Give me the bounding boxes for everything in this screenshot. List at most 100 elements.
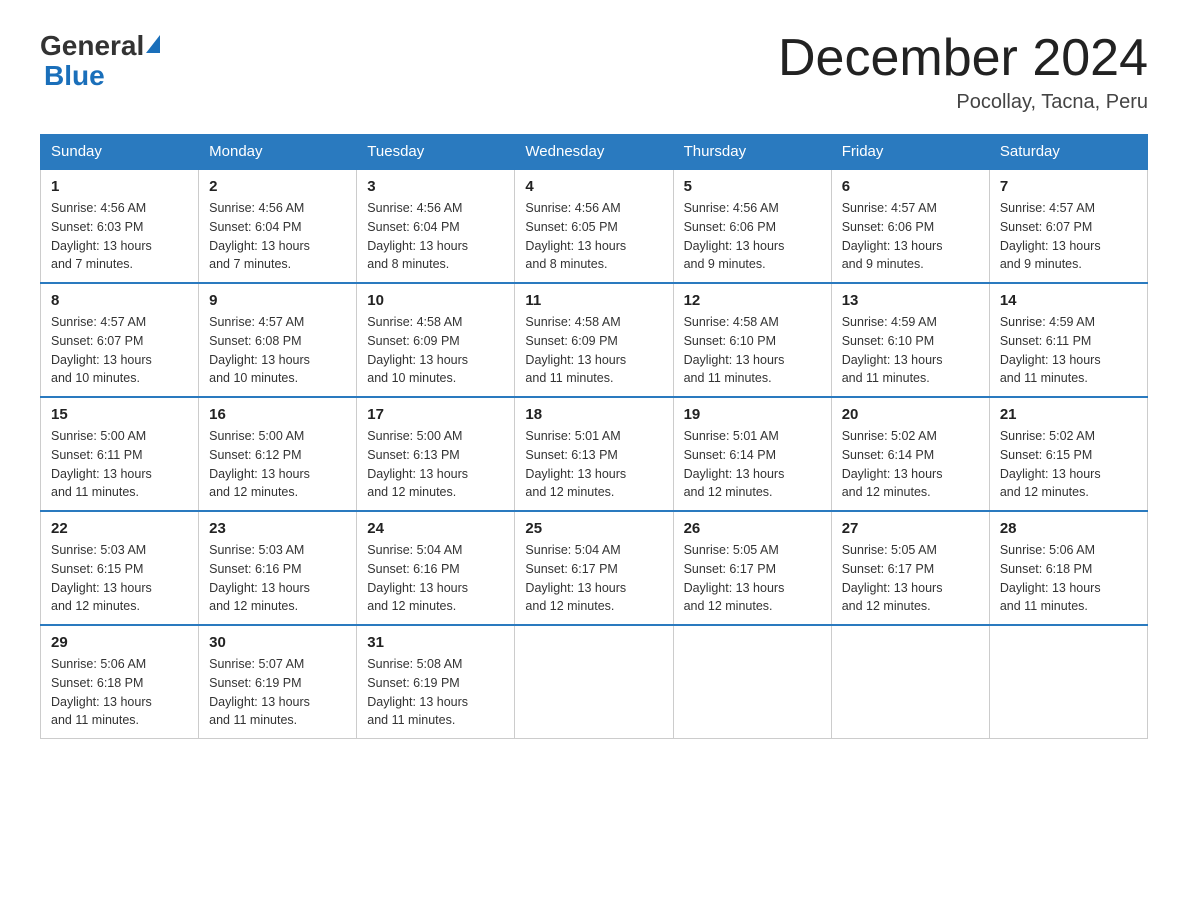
day-number: 27: [842, 520, 979, 537]
col-friday: Friday: [831, 135, 989, 170]
table-row: 7 Sunrise: 4:57 AM Sunset: 6:07 PM Dayli…: [989, 169, 1147, 283]
day-number: 16: [209, 406, 346, 423]
day-info: Sunrise: 5:04 AM Sunset: 6:17 PM Dayligh…: [525, 541, 662, 616]
day-number: 26: [684, 520, 821, 537]
day-info: Sunrise: 5:05 AM Sunset: 6:17 PM Dayligh…: [842, 541, 979, 616]
table-row: 3 Sunrise: 4:56 AM Sunset: 6:04 PM Dayli…: [357, 169, 515, 283]
table-row: 24 Sunrise: 5:04 AM Sunset: 6:16 PM Dayl…: [357, 511, 515, 625]
day-info: Sunrise: 5:00 AM Sunset: 6:11 PM Dayligh…: [51, 427, 188, 502]
table-row: 17 Sunrise: 5:00 AM Sunset: 6:13 PM Dayl…: [357, 397, 515, 511]
day-info: Sunrise: 5:02 AM Sunset: 6:15 PM Dayligh…: [1000, 427, 1137, 502]
table-row: 11 Sunrise: 4:58 AM Sunset: 6:09 PM Dayl…: [515, 283, 673, 397]
day-info: Sunrise: 4:57 AM Sunset: 6:06 PM Dayligh…: [842, 199, 979, 274]
day-info: Sunrise: 4:57 AM Sunset: 6:07 PM Dayligh…: [1000, 199, 1137, 274]
day-number: 6: [842, 178, 979, 195]
day-number: 4: [525, 178, 662, 195]
day-number: 19: [684, 406, 821, 423]
day-number: 25: [525, 520, 662, 537]
day-info: Sunrise: 4:56 AM Sunset: 6:03 PM Dayligh…: [51, 199, 188, 274]
page-header: General Blue December 2024 Pocollay, Tac…: [40, 30, 1148, 114]
table-row: 19 Sunrise: 5:01 AM Sunset: 6:14 PM Dayl…: [673, 397, 831, 511]
day-number: 9: [209, 292, 346, 309]
day-info: Sunrise: 5:03 AM Sunset: 6:16 PM Dayligh…: [209, 541, 346, 616]
location-text: Pocollay, Tacna, Peru: [778, 91, 1148, 114]
col-monday: Monday: [199, 135, 357, 170]
day-info: Sunrise: 5:02 AM Sunset: 6:14 PM Dayligh…: [842, 427, 979, 502]
table-row: 15 Sunrise: 5:00 AM Sunset: 6:11 PM Dayl…: [41, 397, 199, 511]
day-number: 28: [1000, 520, 1137, 537]
day-info: Sunrise: 5:01 AM Sunset: 6:13 PM Dayligh…: [525, 427, 662, 502]
table-row: 25 Sunrise: 5:04 AM Sunset: 6:17 PM Dayl…: [515, 511, 673, 625]
day-info: Sunrise: 4:58 AM Sunset: 6:09 PM Dayligh…: [525, 313, 662, 388]
day-info: Sunrise: 4:56 AM Sunset: 6:04 PM Dayligh…: [209, 199, 346, 274]
table-row: 14 Sunrise: 4:59 AM Sunset: 6:11 PM Dayl…: [989, 283, 1147, 397]
day-info: Sunrise: 4:56 AM Sunset: 6:06 PM Dayligh…: [684, 199, 821, 274]
month-title: December 2024: [778, 30, 1148, 87]
col-wednesday: Wednesday: [515, 135, 673, 170]
table-row: 30 Sunrise: 5:07 AM Sunset: 6:19 PM Dayl…: [199, 625, 357, 739]
day-info: Sunrise: 4:56 AM Sunset: 6:04 PM Dayligh…: [367, 199, 504, 274]
calendar-header-row: Sunday Monday Tuesday Wednesday Thursday…: [41, 135, 1148, 170]
day-info: Sunrise: 5:06 AM Sunset: 6:18 PM Dayligh…: [1000, 541, 1137, 616]
day-number: 18: [525, 406, 662, 423]
table-row: 8 Sunrise: 4:57 AM Sunset: 6:07 PM Dayli…: [41, 283, 199, 397]
col-saturday: Saturday: [989, 135, 1147, 170]
table-row: 29 Sunrise: 5:06 AM Sunset: 6:18 PM Dayl…: [41, 625, 199, 739]
table-row: 12 Sunrise: 4:58 AM Sunset: 6:10 PM Dayl…: [673, 283, 831, 397]
day-info: Sunrise: 4:57 AM Sunset: 6:08 PM Dayligh…: [209, 313, 346, 388]
table-row: 31 Sunrise: 5:08 AM Sunset: 6:19 PM Dayl…: [357, 625, 515, 739]
day-info: Sunrise: 4:59 AM Sunset: 6:10 PM Dayligh…: [842, 313, 979, 388]
day-info: Sunrise: 5:04 AM Sunset: 6:16 PM Dayligh…: [367, 541, 504, 616]
day-number: 31: [367, 634, 504, 651]
logo-blue-text: Blue: [44, 60, 105, 91]
table-row: 28 Sunrise: 5:06 AM Sunset: 6:18 PM Dayl…: [989, 511, 1147, 625]
day-info: Sunrise: 5:00 AM Sunset: 6:12 PM Dayligh…: [209, 427, 346, 502]
day-info: Sunrise: 4:58 AM Sunset: 6:09 PM Dayligh…: [367, 313, 504, 388]
calendar-week-row: 15 Sunrise: 5:00 AM Sunset: 6:11 PM Dayl…: [41, 397, 1148, 511]
day-number: 3: [367, 178, 504, 195]
calendar-week-row: 22 Sunrise: 5:03 AM Sunset: 6:15 PM Dayl…: [41, 511, 1148, 625]
day-info: Sunrise: 5:00 AM Sunset: 6:13 PM Dayligh…: [367, 427, 504, 502]
logo-triangle-icon: [146, 35, 160, 53]
col-thursday: Thursday: [673, 135, 831, 170]
table-row: 21 Sunrise: 5:02 AM Sunset: 6:15 PM Dayl…: [989, 397, 1147, 511]
table-row: 9 Sunrise: 4:57 AM Sunset: 6:08 PM Dayli…: [199, 283, 357, 397]
day-number: 24: [367, 520, 504, 537]
table-row: [989, 625, 1147, 739]
day-info: Sunrise: 5:03 AM Sunset: 6:15 PM Dayligh…: [51, 541, 188, 616]
day-info: Sunrise: 5:01 AM Sunset: 6:14 PM Dayligh…: [684, 427, 821, 502]
table-row: 26 Sunrise: 5:05 AM Sunset: 6:17 PM Dayl…: [673, 511, 831, 625]
calendar-week-row: 29 Sunrise: 5:06 AM Sunset: 6:18 PM Dayl…: [41, 625, 1148, 739]
col-sunday: Sunday: [41, 135, 199, 170]
table-row: 18 Sunrise: 5:01 AM Sunset: 6:13 PM Dayl…: [515, 397, 673, 511]
day-number: 30: [209, 634, 346, 651]
day-info: Sunrise: 5:07 AM Sunset: 6:19 PM Dayligh…: [209, 655, 346, 730]
day-number: 11: [525, 292, 662, 309]
logo: General Blue: [40, 30, 160, 92]
calendar-week-row: 1 Sunrise: 4:56 AM Sunset: 6:03 PM Dayli…: [41, 169, 1148, 283]
day-number: 1: [51, 178, 188, 195]
day-info: Sunrise: 5:06 AM Sunset: 6:18 PM Dayligh…: [51, 655, 188, 730]
table-row: 1 Sunrise: 4:56 AM Sunset: 6:03 PM Dayli…: [41, 169, 199, 283]
table-row: 13 Sunrise: 4:59 AM Sunset: 6:10 PM Dayl…: [831, 283, 989, 397]
day-number: 5: [684, 178, 821, 195]
table-row: 5 Sunrise: 4:56 AM Sunset: 6:06 PM Dayli…: [673, 169, 831, 283]
day-number: 20: [842, 406, 979, 423]
logo-general-text: General: [40, 30, 144, 62]
day-info: Sunrise: 4:59 AM Sunset: 6:11 PM Dayligh…: [1000, 313, 1137, 388]
table-row: [831, 625, 989, 739]
day-number: 13: [842, 292, 979, 309]
col-tuesday: Tuesday: [357, 135, 515, 170]
day-number: 12: [684, 292, 821, 309]
table-row: 23 Sunrise: 5:03 AM Sunset: 6:16 PM Dayl…: [199, 511, 357, 625]
day-info: Sunrise: 5:08 AM Sunset: 6:19 PM Dayligh…: [367, 655, 504, 730]
day-number: 21: [1000, 406, 1137, 423]
day-number: 8: [51, 292, 188, 309]
day-info: Sunrise: 4:58 AM Sunset: 6:10 PM Dayligh…: [684, 313, 821, 388]
day-info: Sunrise: 5:05 AM Sunset: 6:17 PM Dayligh…: [684, 541, 821, 616]
calendar-week-row: 8 Sunrise: 4:57 AM Sunset: 6:07 PM Dayli…: [41, 283, 1148, 397]
day-number: 29: [51, 634, 188, 651]
table-row: [673, 625, 831, 739]
table-row: [515, 625, 673, 739]
table-row: 20 Sunrise: 5:02 AM Sunset: 6:14 PM Dayl…: [831, 397, 989, 511]
